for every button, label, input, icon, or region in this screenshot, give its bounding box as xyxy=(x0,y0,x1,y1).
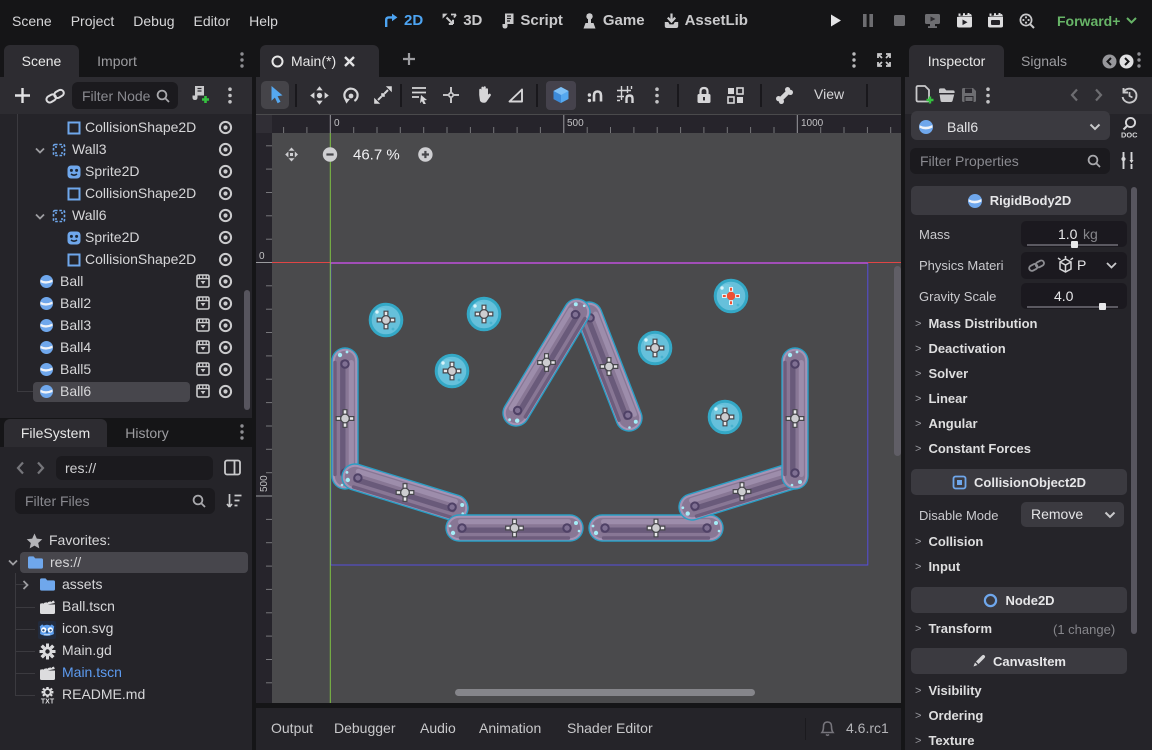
svg-text:0: 0 xyxy=(334,118,340,129)
svg-text:46.7 %: 46.7 % xyxy=(353,147,400,164)
svg-text:1000: 1000 xyxy=(801,118,824,129)
svg-text:500: 500 xyxy=(259,475,270,492)
svg-text:TXT: TXT xyxy=(41,699,55,704)
svg-text:0: 0 xyxy=(259,251,265,262)
svg-text:500: 500 xyxy=(567,118,584,129)
svg-text:DOC: DOC xyxy=(1121,131,1138,140)
